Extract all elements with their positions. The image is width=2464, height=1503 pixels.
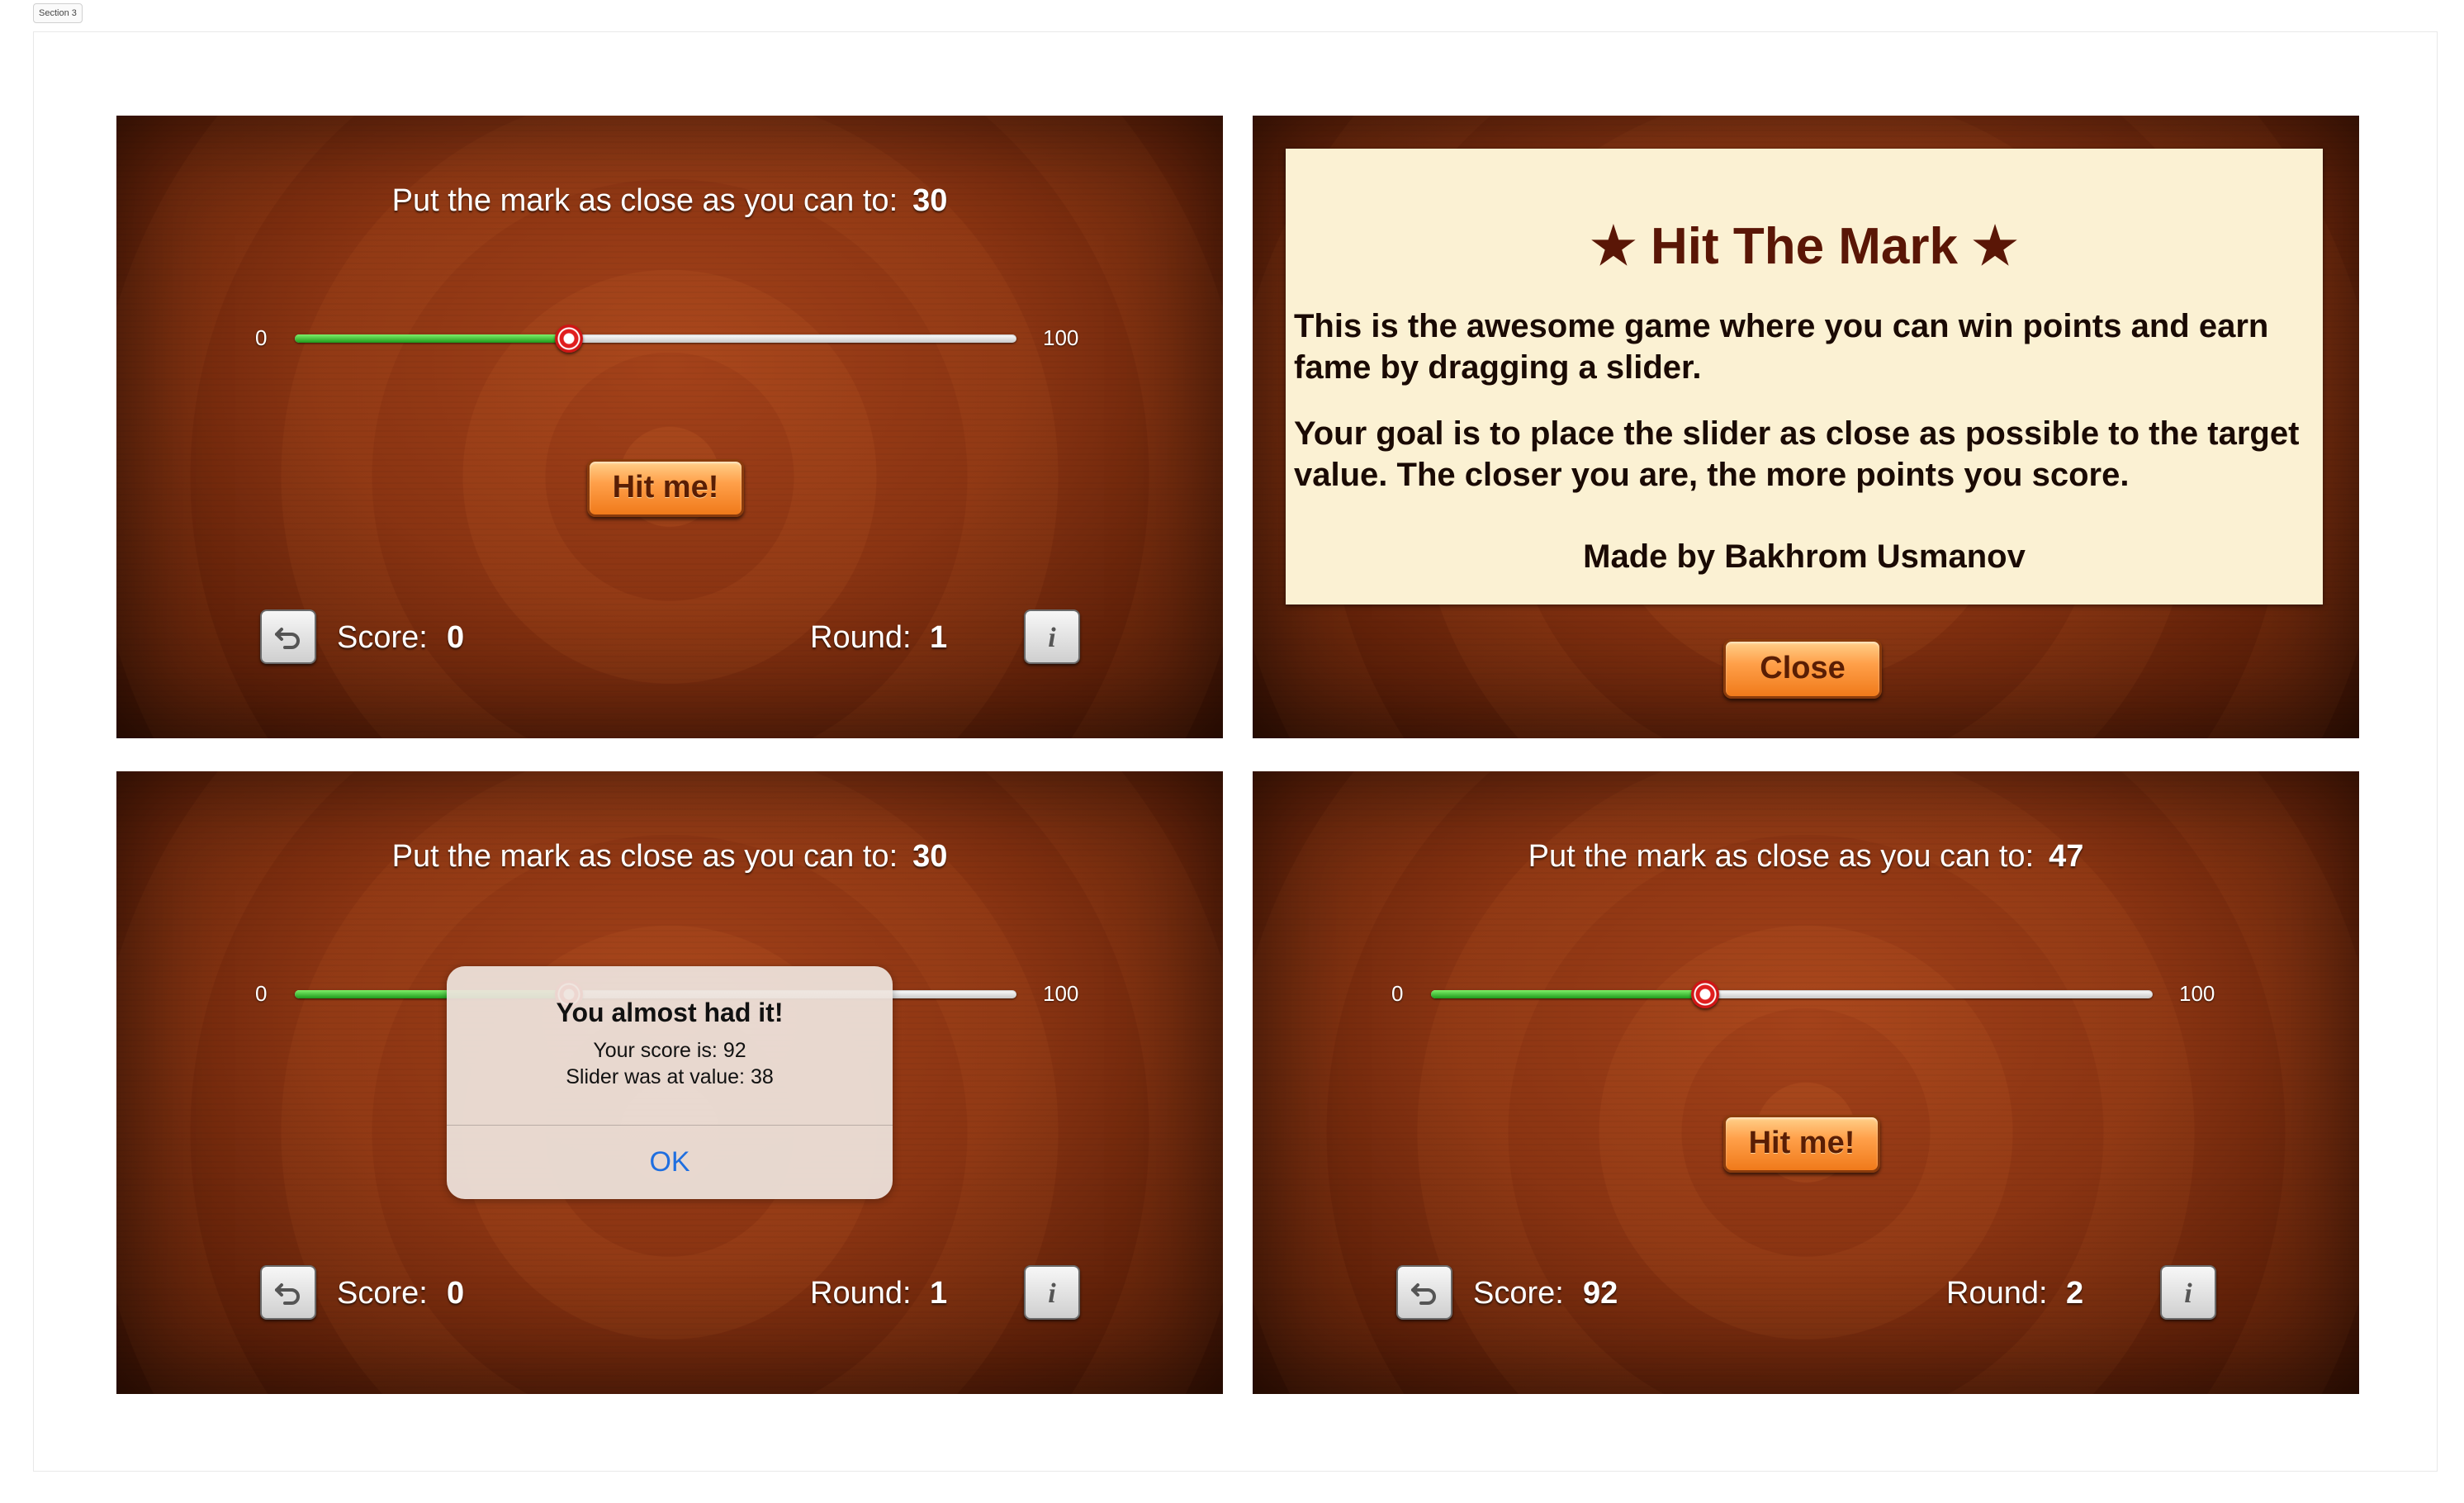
about-card: ★ Hit The Mark ★ This is the awesome gam… [1286, 149, 2323, 605]
alert-slider-line: Slider was at value: 38 [566, 1065, 774, 1088]
round-label: Round: [810, 620, 912, 655]
round-label: Round: [810, 1276, 912, 1311]
round-value: 1 [930, 620, 948, 655]
svg-text:i: i [1048, 623, 1056, 653]
hit-me-button[interactable]: Hit me! [1723, 1115, 1880, 1173]
bottom-bar: Score: 0 Round: 1 i [116, 1265, 1223, 1323]
score-label: Score: [337, 1276, 428, 1311]
bottom-bar: Score: 92 Round: 2 i [1253, 1265, 2359, 1323]
page: Section 3 Put the mark as close as you c… [0, 0, 2464, 1503]
about-paragraph-2: Your goal is to place the slider as clos… [1294, 415, 2300, 493]
score-label: Score: [1473, 1276, 1564, 1311]
slider-min-label: 0 [255, 325, 268, 350]
svg-text:i: i [2184, 1278, 2192, 1309]
score-value: 92 [1583, 1276, 1618, 1311]
game-screen-1: Put the mark as close as you can to: 30 0… [116, 116, 1223, 738]
target-line: Put the mark as close as you can to: 30 [116, 839, 1223, 875]
target-value: 30 [912, 839, 948, 874]
section-label: Section 3 [33, 3, 83, 23]
start-over-button[interactable] [1396, 1265, 1452, 1320]
slider-min-label: 0 [255, 981, 268, 1006]
target-line: Put the mark as close as you can to: 30 [116, 183, 1223, 219]
slider[interactable] [295, 325, 1016, 353]
info-button[interactable]: i [1024, 1265, 1080, 1320]
score-value: 0 [447, 620, 465, 655]
result-alert: You almost had it! Your score is: 92 Sli… [447, 966, 893, 1199]
score-label: Score: [337, 620, 428, 655]
info-button[interactable]: i [1024, 609, 1080, 664]
game-screen-round-2: Put the mark as close as you can to: 47 0… [1253, 771, 2359, 1394]
close-button[interactable]: Close [1723, 639, 1882, 699]
target-label: Put the mark as close as you can to: [391, 183, 898, 218]
target-value: 30 [912, 183, 948, 218]
slider-max-label: 100 [1043, 325, 1079, 350]
bottom-bar: Score: 0 Round: 1 i [116, 609, 1223, 667]
slider-thumb[interactable] [1691, 980, 1720, 1008]
about-credit: Made by Bakhrom Usmanov [1583, 538, 2026, 575]
svg-text:i: i [1048, 1278, 1056, 1309]
slider-thumb[interactable] [555, 325, 584, 353]
about-paragraph-1: This is the awesome game where you can w… [1294, 308, 2269, 386]
slider-fill [295, 334, 570, 343]
target-line: Put the mark as close as you can to: 47 [1253, 839, 2359, 875]
start-over-button[interactable] [260, 609, 316, 664]
alert-score-line: Your score is: 92 [593, 1039, 746, 1062]
game-screen-alert: Put the mark as close as you can to: 30 0… [116, 771, 1223, 1394]
target-label: Put the mark as close as you can to: [1528, 839, 2035, 874]
about-screen: ★ Hit The Mark ★ This is the awesome gam… [1253, 116, 2359, 738]
round-value: 2 [2066, 1276, 2084, 1311]
slider-min-label: 0 [1391, 981, 1404, 1006]
slider[interactable] [1431, 980, 2153, 1008]
alert-ok-button[interactable]: OK [447, 1126, 893, 1199]
slider-fill [1431, 990, 1706, 998]
target-value: 47 [2049, 839, 2084, 874]
target-label: Put the mark as close as you can to: [391, 839, 898, 874]
round-label: Round: [1946, 1276, 2048, 1311]
slider-max-label: 100 [2179, 981, 2215, 1006]
score-value: 0 [447, 1276, 465, 1311]
info-button[interactable]: i [2160, 1265, 2216, 1320]
slider-max-label: 100 [1043, 981, 1079, 1006]
about-title: ★ Hit The Mark ★ [1590, 218, 2018, 275]
alert-title: You almost had it! [556, 998, 784, 1027]
round-value: 1 [930, 1276, 948, 1311]
hit-me-button[interactable]: Hit me! [587, 459, 744, 517]
start-over-button[interactable] [260, 1265, 316, 1320]
